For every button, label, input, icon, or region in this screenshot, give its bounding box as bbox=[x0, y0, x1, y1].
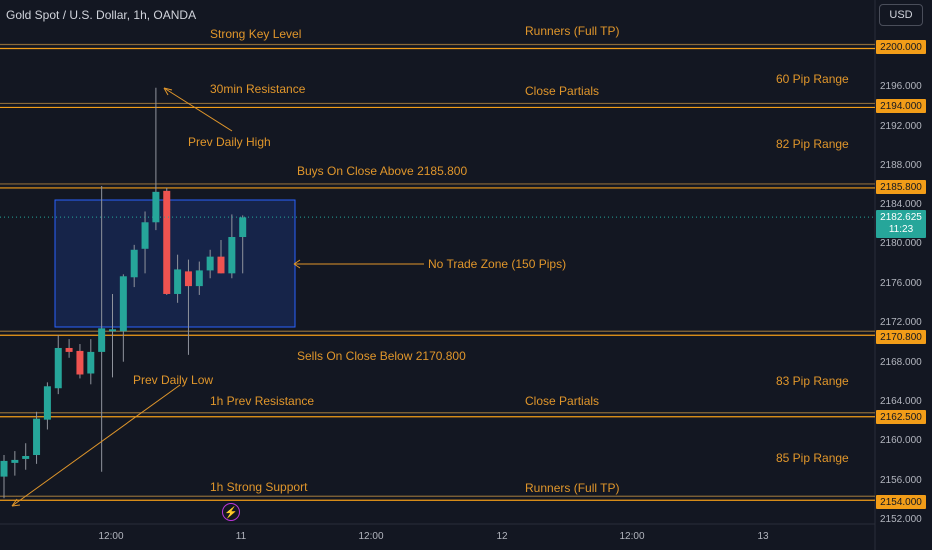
y-tick: 2188.000 bbox=[880, 160, 922, 171]
label-prev-daily-low: Prev Daily Low bbox=[133, 373, 214, 387]
label-close-partials-top: Close Partials bbox=[525, 84, 600, 98]
x-tick: 11 bbox=[235, 531, 247, 542]
candle-body bbox=[130, 249, 138, 278]
no-trade-zone bbox=[54, 199, 296, 328]
y-tick: 2196.000 bbox=[880, 81, 922, 92]
level-badge: 2154.000 bbox=[876, 495, 926, 509]
symbol-title: Gold Spot / U.S. Dollar, 1h, OANDA bbox=[6, 8, 197, 22]
x-tick: 12 bbox=[496, 531, 508, 542]
candle-body bbox=[109, 329, 116, 332]
candle-body bbox=[11, 459, 19, 463]
level-badge: 2185.800 bbox=[876, 180, 926, 194]
currency-button[interactable]: USD bbox=[879, 4, 923, 26]
candle-body bbox=[141, 222, 149, 249]
candle-body bbox=[76, 350, 84, 375]
label-prev-daily-high: Prev Daily High bbox=[188, 135, 271, 149]
label-no-trade-zone: No Trade Zone (150 Pips) bbox=[428, 257, 567, 271]
candle-body bbox=[206, 256, 214, 271]
lightning-icon[interactable]: ⚡ bbox=[222, 503, 240, 521]
y-tick: 2180.000 bbox=[880, 238, 922, 249]
current-price-badge: 2182.625 11:23 bbox=[876, 210, 926, 238]
x-tick: 12:00 bbox=[98, 531, 124, 542]
candle-body bbox=[228, 237, 236, 274]
candle-body bbox=[43, 386, 51, 420]
candle-body bbox=[87, 351, 95, 374]
candle-body bbox=[184, 271, 192, 287]
y-tick: 2156.000 bbox=[880, 475, 922, 486]
label-82-pip-range: 82 Pip Range bbox=[776, 137, 849, 151]
candle-body bbox=[119, 276, 127, 332]
level-badge: 2170.800 bbox=[876, 330, 926, 344]
label-strong-key-level: Strong Key Level bbox=[210, 27, 302, 41]
candle-body bbox=[0, 460, 8, 477]
label-runners-top: Runners (Full TP) bbox=[525, 24, 620, 38]
x-tick: 12:00 bbox=[619, 531, 645, 542]
label-83-pip-range: 83 Pip Range bbox=[776, 374, 849, 388]
label-1h-strong-support: 1h Strong Support bbox=[210, 480, 308, 494]
label-close-partials-bottom: Close Partials bbox=[525, 394, 600, 408]
x-tick: 12:00 bbox=[358, 531, 384, 542]
level-badge: 2200.000 bbox=[876, 40, 926, 54]
label-sells-on-close: Sells On Close Below 2170.800 bbox=[297, 349, 466, 363]
candle-body bbox=[98, 328, 106, 352]
y-tick: 2184.000 bbox=[880, 199, 922, 210]
y-tick: 2164.000 bbox=[880, 396, 922, 407]
candle-body bbox=[54, 347, 62, 389]
candle-body bbox=[65, 347, 73, 352]
candle-body bbox=[22, 455, 30, 459]
label-60-pip-range: 60 Pip Range bbox=[776, 72, 849, 86]
x-tick: 13 bbox=[757, 531, 769, 542]
level-badge: 2194.000 bbox=[876, 99, 926, 113]
candle-body bbox=[239, 217, 247, 238]
candle-body bbox=[152, 191, 160, 223]
label-1h-prev-resistance: 1h Prev Resistance bbox=[210, 394, 315, 408]
label-85-pip-range: 85 Pip Range bbox=[776, 451, 849, 465]
y-tick: 2192.000 bbox=[880, 121, 922, 132]
y-tick: 2172.000 bbox=[880, 317, 922, 328]
y-tick: 2176.000 bbox=[880, 278, 922, 289]
candle-body bbox=[217, 256, 225, 274]
level-badge: 2162.500 bbox=[876, 410, 926, 424]
current-price-value: 2182.625 bbox=[880, 212, 922, 223]
y-tick: 2160.000 bbox=[880, 435, 922, 446]
label-buys-on-close: Buys On Close Above 2185.800 bbox=[297, 164, 468, 178]
candle-body bbox=[33, 418, 41, 456]
y-tick: 2152.000 bbox=[880, 514, 922, 525]
countdown-timer: 11:23 bbox=[888, 224, 914, 235]
label-runners-bottom: Runners (Full TP) bbox=[525, 481, 620, 495]
label-30min-resistance: 30min Resistance bbox=[210, 82, 306, 96]
candle-body bbox=[163, 190, 171, 294]
candle-body bbox=[195, 270, 203, 287]
candle-body bbox=[174, 269, 182, 294]
y-tick: 2168.000 bbox=[880, 357, 922, 368]
